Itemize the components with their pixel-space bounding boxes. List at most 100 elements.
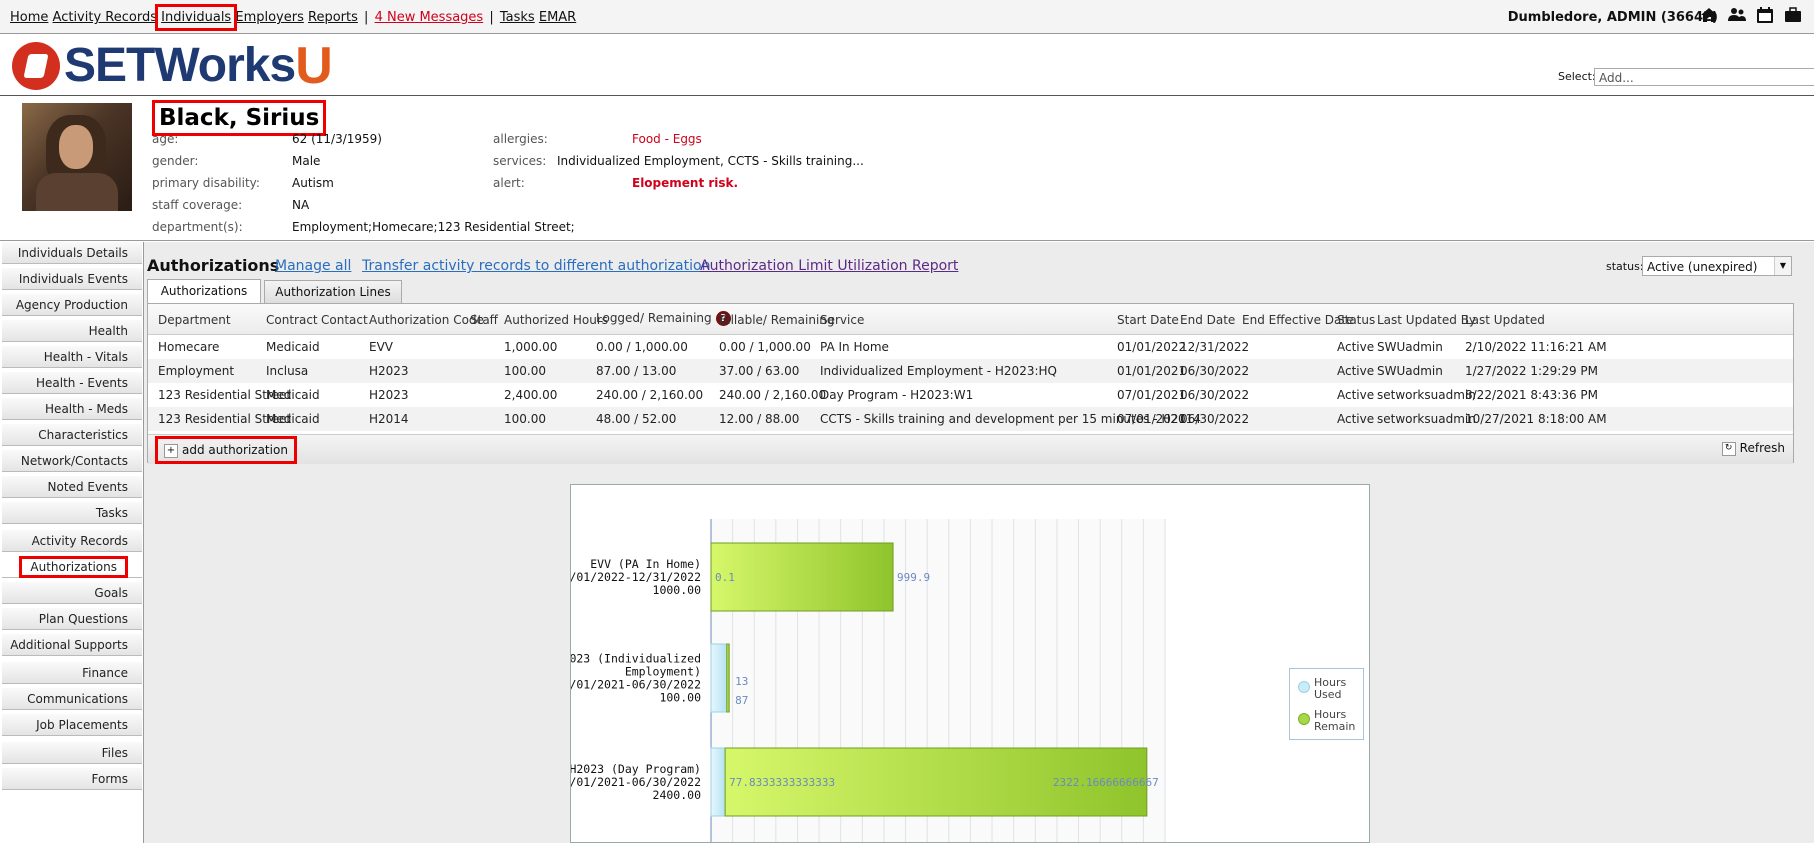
col-status[interactable]: Status [1337, 313, 1375, 327]
nav-tasks[interactable]: Tasks [500, 10, 535, 25]
category-label: 1000.00 [653, 583, 702, 597]
tab-authorization-lines[interactable]: Authorization Lines [264, 280, 402, 303]
nav-emar[interactable]: EMAR [539, 10, 576, 25]
nav-separator: | [364, 10, 369, 25]
sidebar-item-health-vitals[interactable]: Health - Vitals [2, 346, 142, 368]
nav-messages[interactable]: 4 New Messages [375, 10, 484, 25]
nav-activity-records[interactable]: Activity Records [53, 10, 157, 25]
cell-last-updated: 8/22/2021 8:43:36 PM [1465, 388, 1599, 402]
cell-contract: Medicaid [266, 388, 320, 402]
home-icon[interactable] [1700, 6, 1718, 24]
category-label: H2023 (Day Program) [571, 762, 701, 776]
users-icon[interactable] [1728, 6, 1746, 24]
col-billable-remaining[interactable]: Billable/ Remaining [719, 313, 835, 327]
sidebar-item-finance[interactable]: Finance [2, 662, 142, 684]
col-authorization-code[interactable]: Authorization Code [369, 313, 484, 327]
divider [0, 240, 1814, 241]
col-last-updated[interactable]: Last Updated [1465, 313, 1545, 327]
status-select[interactable]: Active (unexpired) ▼ [1642, 256, 1792, 276]
logo-mark-icon [12, 42, 60, 90]
category-label: 2400.00 [653, 788, 702, 802]
cell-start-date: 01/01/2021 [1117, 364, 1187, 378]
setworks-logo[interactable]: SETWorks U [12, 40, 333, 92]
tab-authorizations[interactable]: Authorizations [147, 279, 261, 304]
col-end-date[interactable]: End Date [1180, 313, 1235, 327]
sidebar-item-network-contacts[interactable]: Network/Contacts [2, 450, 142, 472]
limit-utilization-report-link[interactable]: Authorization Limit Utilization Report [700, 258, 958, 274]
legend-label: Hours Remain [1314, 708, 1356, 733]
sidebar-item-forms[interactable]: Forms [2, 768, 142, 790]
disability-label: primary disability: [152, 176, 260, 190]
sidebar-item-tasks[interactable]: Tasks [2, 502, 142, 524]
add-authorization-button[interactable]: + add authorization [155, 436, 297, 464]
status-label: status: [1606, 260, 1644, 273]
cell-status: Active [1337, 388, 1375, 402]
col-logged-remaining[interactable]: Logged/ Remaining? [596, 311, 731, 326]
cell-start-date: 07/01/2021 [1117, 388, 1187, 402]
age-label: age: [152, 132, 179, 146]
cell-last-updated-by: SWUadmin [1377, 340, 1443, 354]
data-label-hours-used: 87 [735, 694, 748, 707]
status-select-value: Active (unexpired) [1647, 260, 1758, 274]
col-contract[interactable]: Contract [266, 313, 318, 327]
table-row[interactable]: 123 Residential Street Medicaid H2014 10… [148, 407, 1793, 431]
authorization-usage-chart: 0.1 999.9 87 13 77.8333333333333 2322.1666666… [570, 484, 1370, 843]
transfer-activity-link[interactable]: Transfer activity records to different a… [362, 258, 710, 274]
col-contact[interactable]: Contact [321, 313, 368, 327]
nav-home[interactable]: Home [10, 10, 48, 25]
sidebar-item-noted-events[interactable]: Noted Events [2, 476, 142, 498]
nav-individuals[interactable]: Individuals [155, 4, 238, 31]
cell-department: Homecare [158, 340, 220, 354]
department-value: Employment;Homecare;123 Residential Stre… [292, 220, 575, 234]
sidebar-item-plan-questions[interactable]: Plan Questions [2, 608, 142, 630]
briefcase-icon[interactable] [1784, 6, 1802, 24]
col-staff[interactable]: Staff [470, 313, 498, 327]
cell-contract: Inclusa [266, 364, 309, 378]
sidebar-item-activity-records[interactable]: Activity Records [2, 530, 142, 552]
sidebar-item-health-events[interactable]: Health - Events [2, 372, 142, 394]
cell-status: Active [1337, 364, 1375, 378]
sidebar-item-job-placements[interactable]: Job Placements [2, 714, 142, 736]
sidebar-item-communications[interactable]: Communications [2, 688, 142, 710]
top-icons [1700, 6, 1802, 24]
table-row[interactable]: Employment Inclusa H2023 100.00 87.00 / … [148, 359, 1793, 383]
sidebar-item-health-meds[interactable]: Health - Meds [2, 398, 142, 420]
col-department[interactable]: Department [158, 313, 231, 327]
sidebar-item-files[interactable]: Files [2, 742, 142, 764]
sidebar-item-additional-supports[interactable]: Additional Supports [2, 634, 142, 656]
sidebar-item-individuals-details[interactable]: Individuals Details [2, 242, 142, 264]
nav-employers[interactable]: Employers [235, 10, 304, 25]
cell-contract: Medicaid [266, 340, 320, 354]
refresh-button[interactable]: ↻ Refresh [1721, 441, 1785, 456]
table-header: Department Contract Contact Authorizatio… [148, 304, 1793, 335]
col-last-updated-by[interactable]: Last Updated By [1377, 313, 1476, 327]
gender-value: Male [292, 154, 321, 168]
category-label: EVV (PA In Home) [590, 557, 701, 571]
sidebar-item-agency-production[interactable]: Agency Production [2, 294, 142, 316]
cell-service: Individualized Employment - H2023:HQ [820, 364, 1057, 378]
sidebar-item-goals[interactable]: Goals [2, 582, 142, 604]
legend-swatch [1298, 681, 1310, 693]
col-service[interactable]: Service [820, 313, 864, 327]
cell-logged-remaining: 87.00 / 13.00 [596, 364, 677, 378]
page-title: Authorizations [147, 256, 280, 275]
table-row[interactable]: 123 Residential Street Medicaid H2023 2,… [148, 383, 1793, 407]
sidebar-item-authorizations[interactable]: Authorizations [2, 556, 142, 578]
sidebar-item-characteristics[interactable]: Characteristics [2, 424, 142, 446]
sidebar-item-individuals-events[interactable]: Individuals Events [2, 268, 142, 290]
top-nav-bar: Home Activity Records Individuals Employ… [0, 0, 1814, 34]
select-add-input[interactable]: Add... [1594, 68, 1814, 86]
cell-last-updated-by: setworksuadmin [1377, 388, 1476, 402]
manage-all-link[interactable]: Manage all [275, 258, 351, 274]
sidebar-item-health[interactable]: Health [2, 320, 142, 342]
cell-end-date: 06/30/2022 [1180, 388, 1250, 402]
cell-last-updated: 1/27/2022 1:29:29 PM [1465, 364, 1599, 378]
nav-reports[interactable]: Reports [308, 10, 358, 25]
allergies-label: allergies: [493, 132, 548, 146]
calendar-icon[interactable] [1756, 6, 1774, 24]
divider [0, 95, 1814, 96]
col-start-date[interactable]: Start Date [1117, 313, 1179, 327]
table-footer: + add authorization ↻ Refresh [148, 434, 1793, 464]
table-row[interactable]: Homecare Medicaid EVV 1,000.00 0.00 / 1,… [148, 335, 1793, 359]
col-authorized-hours[interactable]: Authorized Hours [504, 313, 608, 327]
